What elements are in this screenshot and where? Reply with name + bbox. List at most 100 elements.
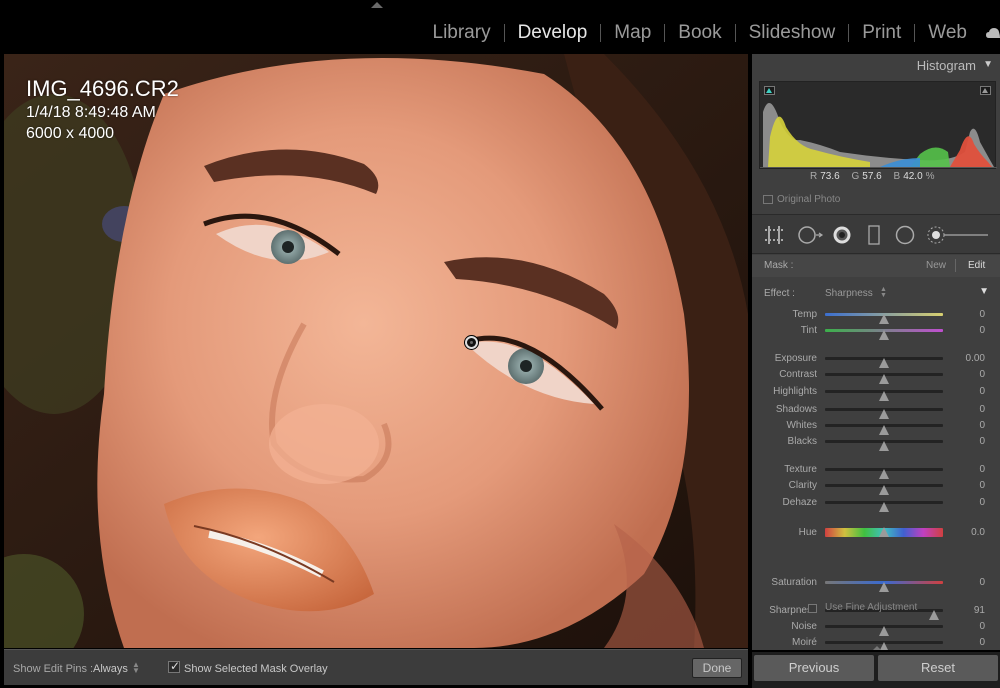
mask-new-button[interactable]: New [926,260,946,271]
slider-contrast[interactable]: Contrast 0 [752,368,1000,384]
slider-value[interactable]: 0 [979,369,985,380]
slider-value[interactable]: 0 [979,464,985,475]
slider-track[interactable] [825,313,943,324]
slider-dehaze[interactable]: Dehaze 0 [752,496,1000,512]
red-eye-icon[interactable] [832,225,852,245]
select-arrows-icon[interactable]: ▲ ▼ [880,286,887,299]
slider-whites[interactable]: Whites 0 [752,419,1000,435]
module-develop[interactable]: Develop [505,22,601,44]
cloud-icon[interactable] [986,27,1000,39]
mask-overlay-checkbox[interactable] [168,659,180,673]
slider-thumb[interactable] [879,469,889,479]
module-print[interactable]: Print [849,22,914,44]
slider-thumb[interactable] [879,485,889,495]
slider-thumb[interactable] [879,502,889,512]
slider-exposure[interactable]: Exposure 0.00 [752,352,1000,368]
collapse-top-panel-icon[interactable] [371,2,383,8]
slider-value[interactable]: 0.0 [971,527,985,538]
shadow-clipping-icon[interactable] [764,86,775,95]
slider-highlights[interactable]: Highlights 0 [752,385,1000,401]
original-photo-label[interactable]: Original Photo [777,194,840,205]
slider-track[interactable] [825,373,943,384]
radial-filter-icon[interactable] [895,225,915,245]
slider-track[interactable] [825,357,943,368]
slider-thumb[interactable] [879,374,889,384]
slider-clarity[interactable]: Clarity 0 [752,479,1000,495]
brush-edit-pin[interactable] [465,336,478,349]
histogram-graph[interactable] [759,81,997,169]
slider-thumb[interactable] [879,391,889,401]
slider-texture[interactable]: Texture 0 [752,463,1000,479]
slider-track[interactable] [825,424,943,435]
slider-track[interactable] [825,625,943,636]
slider-track[interactable] [825,501,943,512]
slider-thumb[interactable] [879,425,889,435]
slider-value[interactable]: 0 [979,404,985,415]
select-arrows-icon[interactable]: ▲ ▼ [132,661,140,675]
slider-thumb[interactable] [879,409,889,419]
slider-value[interactable]: 0 [979,480,985,491]
previous-button[interactable]: Previous [754,655,874,681]
fine-adjustment-label[interactable]: Use Fine Adjustment [825,602,917,613]
module-web[interactable]: Web [915,22,980,44]
slider-track[interactable] [825,440,943,451]
slider-temp[interactable]: Temp 0 [752,308,1000,324]
slider-thumb[interactable] [879,626,889,636]
highlight-clipping-icon[interactable] [980,86,991,95]
histogram-header[interactable]: Histogram ▼ [752,54,1000,76]
slider-value[interactable]: 0 [979,386,985,397]
slider-track[interactable] [825,641,943,650]
slider-value[interactable]: 0.00 [966,353,985,364]
slider-thumb[interactable] [879,441,889,451]
slider-thumb[interactable] [879,330,889,340]
reset-button[interactable]: Reset [878,655,998,681]
slider-thumb[interactable] [879,358,889,368]
slider-value[interactable]: 0 [979,420,985,431]
original-photo-checkbox[interactable] [763,195,773,204]
slider-saturation[interactable]: Saturation 0 [752,576,1000,592]
spot-removal-icon[interactable] [798,225,824,245]
slider-thumb[interactable] [879,582,889,592]
effect-preset-select[interactable]: Sharpness [825,288,873,299]
fine-adjustment-checkbox[interactable] [808,604,817,613]
panel-scroll-grip-icon[interactable] [873,646,881,650]
slider-value[interactable]: 0 [979,436,985,447]
slider-value[interactable]: 0 [979,497,985,508]
mask-edit-button[interactable]: Edit [968,260,985,271]
slider-track[interactable] [825,527,943,537]
slider-value[interactable]: 0 [979,577,985,588]
adjustment-brush-icon[interactable] [926,225,990,245]
slider-value[interactable]: 0 [979,637,985,648]
graduated-filter-icon[interactable] [868,225,880,245]
slider-value[interactable]: 0 [979,621,985,632]
collapse-triangle-icon[interactable]: ▼ [979,286,989,297]
slider-thumb[interactable] [879,527,889,537]
slider-thumb[interactable] [879,314,889,324]
done-button[interactable]: Done [692,658,742,678]
slider-value[interactable]: 91 [974,605,985,616]
slider-thumb[interactable] [928,610,939,620]
mask-overlay-label[interactable]: Show Selected Mask Overlay [184,663,328,675]
module-slideshow[interactable]: Slideshow [736,22,849,44]
slider-track[interactable] [825,408,943,419]
slider-blacks[interactable]: Blacks 0 [752,435,1000,451]
slider-track[interactable] [825,484,943,495]
histogram-title[interactable]: Histogram [917,58,976,73]
slider-value[interactable]: 0 [979,309,985,320]
slider-noise[interactable]: Noise 0 [752,620,1000,636]
module-library[interactable]: Library [420,22,504,44]
slider-track[interactable] [825,468,943,479]
slider-tint[interactable]: Tint 0 [752,324,1000,340]
show-edit-pins-select[interactable]: Always [93,663,128,675]
slider-track[interactable] [825,390,943,401]
slider-track[interactable] [825,581,943,592]
photo-canvas[interactable]: IMG_4696.CR2 1/4/18 8:49:48 AM 6000 x 40… [4,54,748,648]
collapse-triangle-icon[interactable]: ▼ [983,59,993,70]
slider-hue[interactable]: Hue 0.0 [752,526,1000,540]
module-map[interactable]: Map [601,22,664,44]
slider-shadows[interactable]: Shadows 0 [752,403,1000,419]
slider-value[interactable]: 0 [979,325,985,336]
slider-track[interactable] [825,329,943,340]
crop-overlay-icon[interactable] [764,225,784,245]
module-book[interactable]: Book [665,22,734,44]
